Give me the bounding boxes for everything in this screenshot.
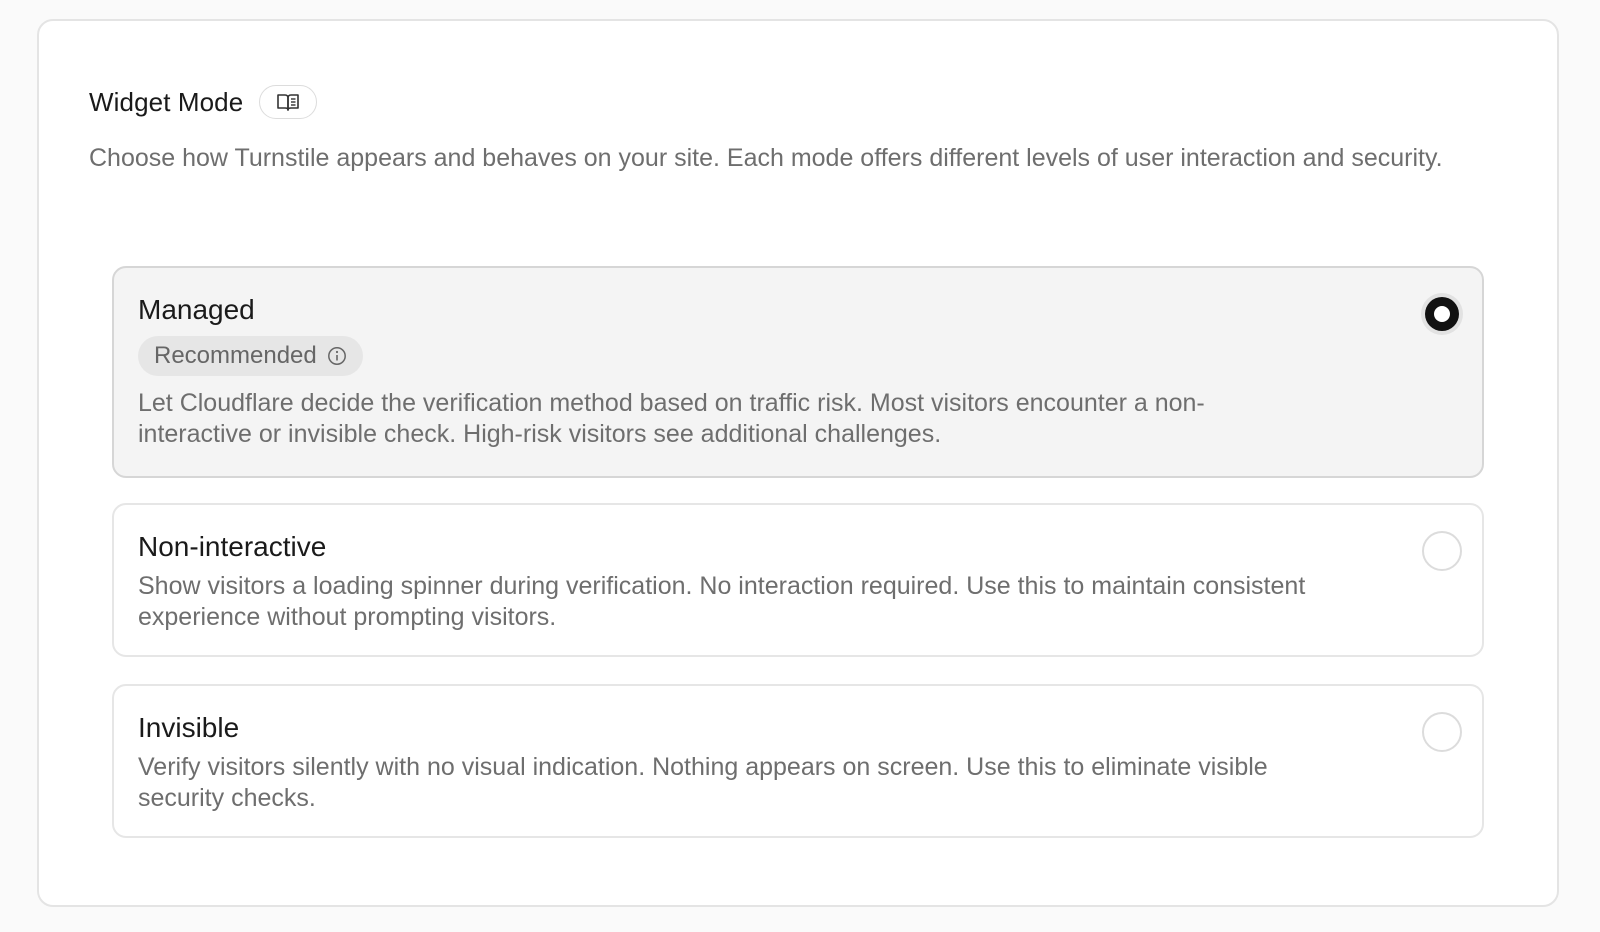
radio-managed[interactable] [1425,297,1459,331]
documentation-button[interactable] [259,85,318,119]
widget-mode-card: Widget Mode Choose how Turnstile appears… [37,19,1559,907]
option-title: Invisible [138,712,240,743]
option-title: Managed [138,294,255,325]
option-description: Verify visitors silently with no visual … [138,753,1268,812]
badge-label: Recommended [154,342,317,369]
option-managed[interactable]: Managed Recommended Let Cloudflare decid… [112,266,1484,478]
option-invisible[interactable]: Invisible Verify visitors silently with … [112,684,1484,838]
option-title: Non-interactive [138,531,327,562]
info-icon[interactable] [327,346,347,366]
section-title: Widget Mode [89,86,244,117]
radio-invisible[interactable] [1422,712,1462,752]
recommended-badge: Recommended [138,336,363,376]
section-header: Widget Mode [89,85,318,119]
book-icon [277,94,300,111]
option-description: Let Cloudflare decide the verification m… [138,389,1205,448]
option-non-interactive[interactable]: Non-interactive Show visitors a loading … [112,503,1484,657]
section-description: Choose how Turnstile appears and behaves… [89,144,1443,172]
radio-non-interactive[interactable] [1422,531,1462,571]
option-description: Show visitors a loading spinner during v… [138,572,1306,631]
